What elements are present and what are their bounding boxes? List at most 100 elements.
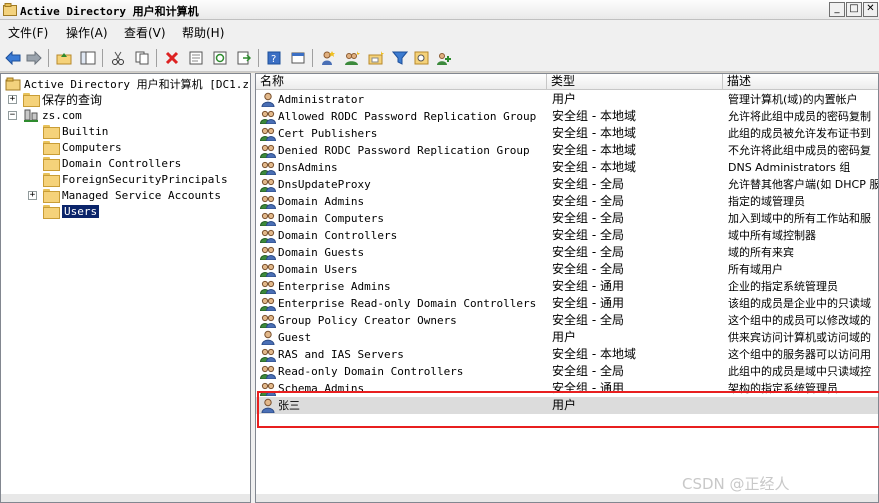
find-icon[interactable] <box>412 48 432 68</box>
new-ou-icon[interactable] <box>366 48 386 68</box>
cell-type: 安全组 - 本地域 <box>552 126 636 140</box>
table-row[interactable]: Domain Computers 安全组 - 全局 加入到域中的所有工作站和服 <box>256 210 878 227</box>
toolbar-separator <box>156 49 157 67</box>
cell-type: 安全组 - 通用 <box>552 296 624 310</box>
table-row[interactable]: Read-only Domain Controllers 安全组 - 全局 此组中的… <box>256 363 878 380</box>
watermark: CSDN @正经人 <box>682 475 790 493</box>
cell-name: Domain Admins <box>278 195 365 208</box>
table-row[interactable]: Group Policy Creator Owners 安全组 - 全局 这个组中的… <box>256 312 878 329</box>
menu-file[interactable]: 文件(F) <box>8 24 48 41</box>
cell-name: Domain Users <box>278 263 358 276</box>
highlight-annotation-box <box>257 391 879 428</box>
toolbar-separator <box>312 49 313 67</box>
table-row[interactable]: Domain Users 安全组 - 全局 所有域用户 <box>256 261 878 278</box>
table-row[interactable]: DnsUpdateProxy 安全组 - 全局 允许替其他客户端(如 DHCP 服 <box>256 176 879 193</box>
tree-item-computers[interactable]: Computers <box>43 139 122 155</box>
table-row[interactable]: Enterprise Admins 安全组 - 通用 企业的指定系统管理员 <box>256 278 878 295</box>
cell-desc: 允许将此组中成员的密码复制 <box>728 110 871 123</box>
details-list-pane[interactable]: 名称 类型 描述 Administrator 用户 管理计算机(域)的内置帐户 All… <box>255 73 879 503</box>
group-icon <box>259 296 277 312</box>
expand-icon[interactable]: + <box>8 95 17 104</box>
collapse-icon[interactable]: − <box>8 111 17 120</box>
help-icon[interactable]: ? <box>264 48 284 68</box>
delete-icon[interactable] <box>162 48 182 68</box>
cell-desc: 允许替其他客户端(如 DHCP 服 <box>728 178 879 191</box>
new-user-icon[interactable] <box>318 48 338 68</box>
cell-name: Administrator <box>278 93 365 106</box>
tree-item-domain[interactable]: zs.com <box>23 107 82 123</box>
tree-item-saved-queries[interactable]: 保存的查询 <box>23 91 102 107</box>
copy-icon[interactable] <box>132 48 152 68</box>
table-row[interactable]: Enterprise Read-only Domain Controllers 安… <box>256 295 878 312</box>
maximize-button[interactable]: □ <box>846 2 862 17</box>
add-to-group-icon[interactable] <box>434 48 454 68</box>
group-icon <box>259 109 277 125</box>
forward-icon[interactable] <box>24 48 44 68</box>
cell-desc: 不允许将此组中成员的密码复 <box>728 144 871 157</box>
group-icon <box>259 279 277 295</box>
cell-desc: 企业的指定系统管理员 <box>728 280 838 293</box>
close-button[interactable]: ✕ <box>863 2 878 17</box>
table-row[interactable]: Domain Controllers 安全组 - 全局 域中所有域控制器 <box>256 227 878 244</box>
list-horizontal-scrollbar[interactable] <box>256 494 878 502</box>
toolbar-separator <box>258 49 259 67</box>
tree-horizontal-scrollbar[interactable] <box>1 494 250 502</box>
table-row[interactable]: Denied RODC Password Replication Group 安全… <box>256 142 878 159</box>
cut-icon[interactable] <box>108 48 128 68</box>
cell-desc: 这个组中的服务器可以访问用 <box>728 348 871 361</box>
folder-icon <box>43 205 60 219</box>
cell-type: 安全组 - 全局 <box>552 364 624 378</box>
cell-type: 用户 <box>552 330 577 344</box>
menu-help[interactable]: 帮助(H) <box>182 24 224 41</box>
console-icon[interactable] <box>288 48 308 68</box>
user-icon <box>260 330 276 346</box>
table-row[interactable]: DnsAdmins 安全组 - 本地域 DNS Administrators 组 <box>256 159 878 176</box>
window-title: Active Directory 用户和计算机 <box>20 5 199 18</box>
new-group-icon[interactable] <box>342 48 362 68</box>
tree-item-users[interactable]: Users <box>43 203 100 219</box>
export-list-icon[interactable] <box>234 48 254 68</box>
cell-desc: 此组的成员被允许发布证书到 <box>728 127 871 140</box>
table-row[interactable]: Domain Admins 安全组 - 全局 指定的域管理员 <box>256 193 878 210</box>
menu-view[interactable]: 查看(V) <box>124 24 166 41</box>
column-header-name[interactable]: 名称 <box>256 74 547 90</box>
refresh-icon[interactable] <box>210 48 230 68</box>
table-row[interactable]: Domain Guests 安全组 - 全局 域的所有来宾 <box>256 244 878 261</box>
tree-item-domain-controllers[interactable]: Domain Controllers <box>43 155 181 171</box>
minimize-button[interactable]: _ <box>829 2 845 17</box>
menu-bar: 文件(F) 操作(A) 查看(V) 帮助(H) <box>0 20 879 44</box>
table-row[interactable]: Cert Publishers 安全组 - 本地域 此组的成员被允许发布证书到 <box>256 125 878 142</box>
menu-action[interactable]: 操作(A) <box>66 24 108 41</box>
tree-item-foreign-security-principals[interactable]: ForeignSecurityPrincipals <box>43 171 228 187</box>
up-folder-icon[interactable] <box>54 48 74 68</box>
column-header-type[interactable]: 类型 <box>547 74 723 90</box>
cell-name: RAS and IAS Servers <box>278 348 404 361</box>
cell-desc: 所有域用户 <box>728 263 783 276</box>
cell-desc: 域中所有域控制器 <box>728 229 816 242</box>
expand-icon[interactable]: + <box>28 191 37 200</box>
cell-type: 用户 <box>552 92 577 106</box>
table-row[interactable]: RAS and IAS Servers 安全组 - 本地域 这个组中的服务器可以访问… <box>256 346 878 363</box>
folder-icon <box>43 125 60 139</box>
cell-type: 安全组 - 全局 <box>552 177 624 191</box>
table-row[interactable]: Administrator 用户 管理计算机(域)的内置帐户 <box>256 91 878 108</box>
group-icon <box>259 364 277 380</box>
back-icon[interactable] <box>3 48 23 68</box>
cell-name: Domain Guests <box>278 246 365 259</box>
filter-icon[interactable] <box>390 48 410 68</box>
table-row[interactable]: Allowed RODC Password Replication Group 安… <box>256 108 878 125</box>
tree-item-managed-service-accounts[interactable]: Managed Service Accounts <box>43 187 221 203</box>
table-row[interactable]: Guest 用户 供来宾访问计算机或访问域的 <box>256 329 878 346</box>
properties-icon[interactable] <box>186 48 206 68</box>
cell-name: Allowed RODC Password Replication Group <box>278 110 537 123</box>
column-header-description[interactable]: 描述 <box>723 74 878 90</box>
console-tree-pane[interactable]: Active Directory 用户和计算机 [DC1.zs + 保存的查询 … <box>0 73 251 503</box>
toolbar: ? <box>0 44 879 72</box>
show-tree-icon[interactable] <box>78 48 98 68</box>
ou-folder-icon <box>43 157 60 171</box>
tree-item-builtin[interactable]: Builtin <box>43 123 108 139</box>
cell-name: DnsAdmins <box>278 161 338 174</box>
cell-desc: 管理计算机(域)的内置帐户 <box>728 93 858 106</box>
title-bar: Active Directory 用户和计算机 _ □ ✕ <box>0 0 879 20</box>
cell-desc: 指定的域管理员 <box>728 195 805 208</box>
